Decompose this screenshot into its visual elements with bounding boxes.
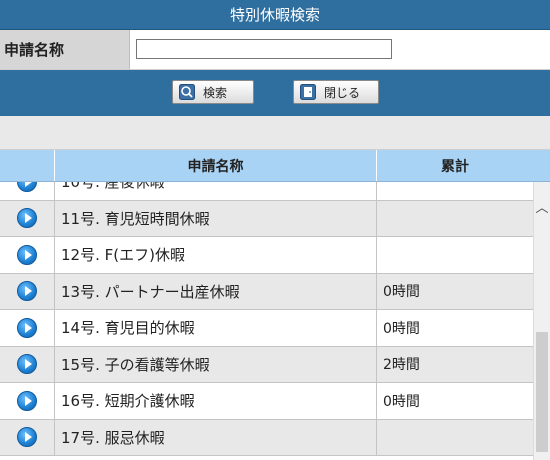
close-button[interactable]: 閉じる	[293, 80, 379, 104]
search-icon	[179, 84, 195, 100]
row-action-cell	[0, 310, 55, 346]
row-total: 0時間	[383, 284, 420, 301]
scroll-thumb[interactable]	[536, 332, 548, 452]
table-row[interactable]: 17号. 服忌休暇	[0, 419, 533, 456]
play-circle-icon[interactable]	[17, 244, 37, 265]
row-name: 13号. パートナー出産休暇	[55, 273, 377, 309]
door-icon	[300, 84, 316, 100]
row-action-cell	[0, 237, 55, 273]
row-total	[377, 201, 533, 237]
search-input[interactable]	[136, 39, 392, 59]
play-circle-icon[interactable]	[17, 182, 37, 192]
play-circle-icon[interactable]	[17, 317, 37, 338]
close-button-label: 閉じる	[324, 85, 361, 100]
play-circle-icon[interactable]	[17, 427, 37, 448]
row-name: 17号. 服忌休暇	[55, 419, 377, 455]
result-rows: 10号. 産後休暇 11号. 育児短時間休暇 12号. F(エフ)休暇 13号. パー…	[0, 182, 533, 456]
row-total	[377, 182, 533, 200]
list-header: 申請名称 累計	[0, 150, 550, 182]
row-name: 14号. 育児目的休暇	[55, 310, 377, 346]
play-circle-icon[interactable]	[17, 281, 37, 302]
row-action-cell	[0, 383, 55, 419]
table-row[interactable]: 10号. 産後休暇	[0, 182, 533, 201]
row-action-cell	[0, 273, 55, 309]
row-total	[377, 237, 533, 273]
play-circle-icon[interactable]	[17, 390, 37, 411]
search-button-label: 検索	[203, 85, 228, 100]
header-icon-column	[0, 150, 55, 181]
row-total: 0時間	[383, 393, 420, 410]
table-row[interactable]: 13号. パートナー出産休暇 0時間	[0, 273, 533, 310]
row-name: 15号. 子の看護等休暇	[55, 346, 377, 382]
row-name: 11号. 育児短時間休暇	[55, 200, 377, 236]
row-total: 2時間	[383, 357, 420, 374]
row-total	[377, 420, 533, 456]
play-circle-icon[interactable]	[17, 354, 37, 375]
row-name: 10号. 産後休暇	[55, 182, 377, 200]
toolbar: 検索 閉じる	[0, 70, 550, 116]
search-button[interactable]: 検索	[172, 80, 254, 104]
header-name: 申請名称	[55, 150, 377, 181]
list-scrollbar[interactable]: ︿	[533, 182, 550, 460]
row-total: 0時間	[383, 320, 420, 337]
result-list: 10号. 産後休暇 11号. 育児短時間休暇 12号. F(エフ)休暇 13号. パー…	[0, 182, 533, 460]
row-action-cell	[0, 200, 55, 236]
search-row: 申請名称	[0, 30, 550, 70]
row-name: 16号. 短期介護休暇	[55, 383, 377, 419]
row-action-cell	[0, 346, 55, 382]
row-action-cell	[0, 182, 55, 200]
table-row[interactable]: 11号. 育児短時間休暇	[0, 200, 533, 237]
table-row[interactable]: 15号. 子の看護等休暇 2時間	[0, 346, 533, 383]
table-row[interactable]: 12号. F(エフ)休暇	[0, 237, 533, 274]
table-row[interactable]: 14号. 育児目的休暇 0時間	[0, 310, 533, 347]
table-row[interactable]: 16号. 短期介護休暇 0時間	[0, 383, 533, 420]
row-action-cell	[0, 419, 55, 455]
row-name: 12号. F(エフ)休暇	[55, 237, 377, 273]
play-circle-icon[interactable]	[17, 208, 37, 229]
search-label: 申請名称	[0, 30, 130, 69]
header-total: 累計	[441, 158, 469, 175]
spacer-band	[0, 116, 550, 150]
scroll-up-icon[interactable]: ︿	[534, 198, 550, 216]
window-title: 特別休暇検索	[0, 0, 550, 30]
